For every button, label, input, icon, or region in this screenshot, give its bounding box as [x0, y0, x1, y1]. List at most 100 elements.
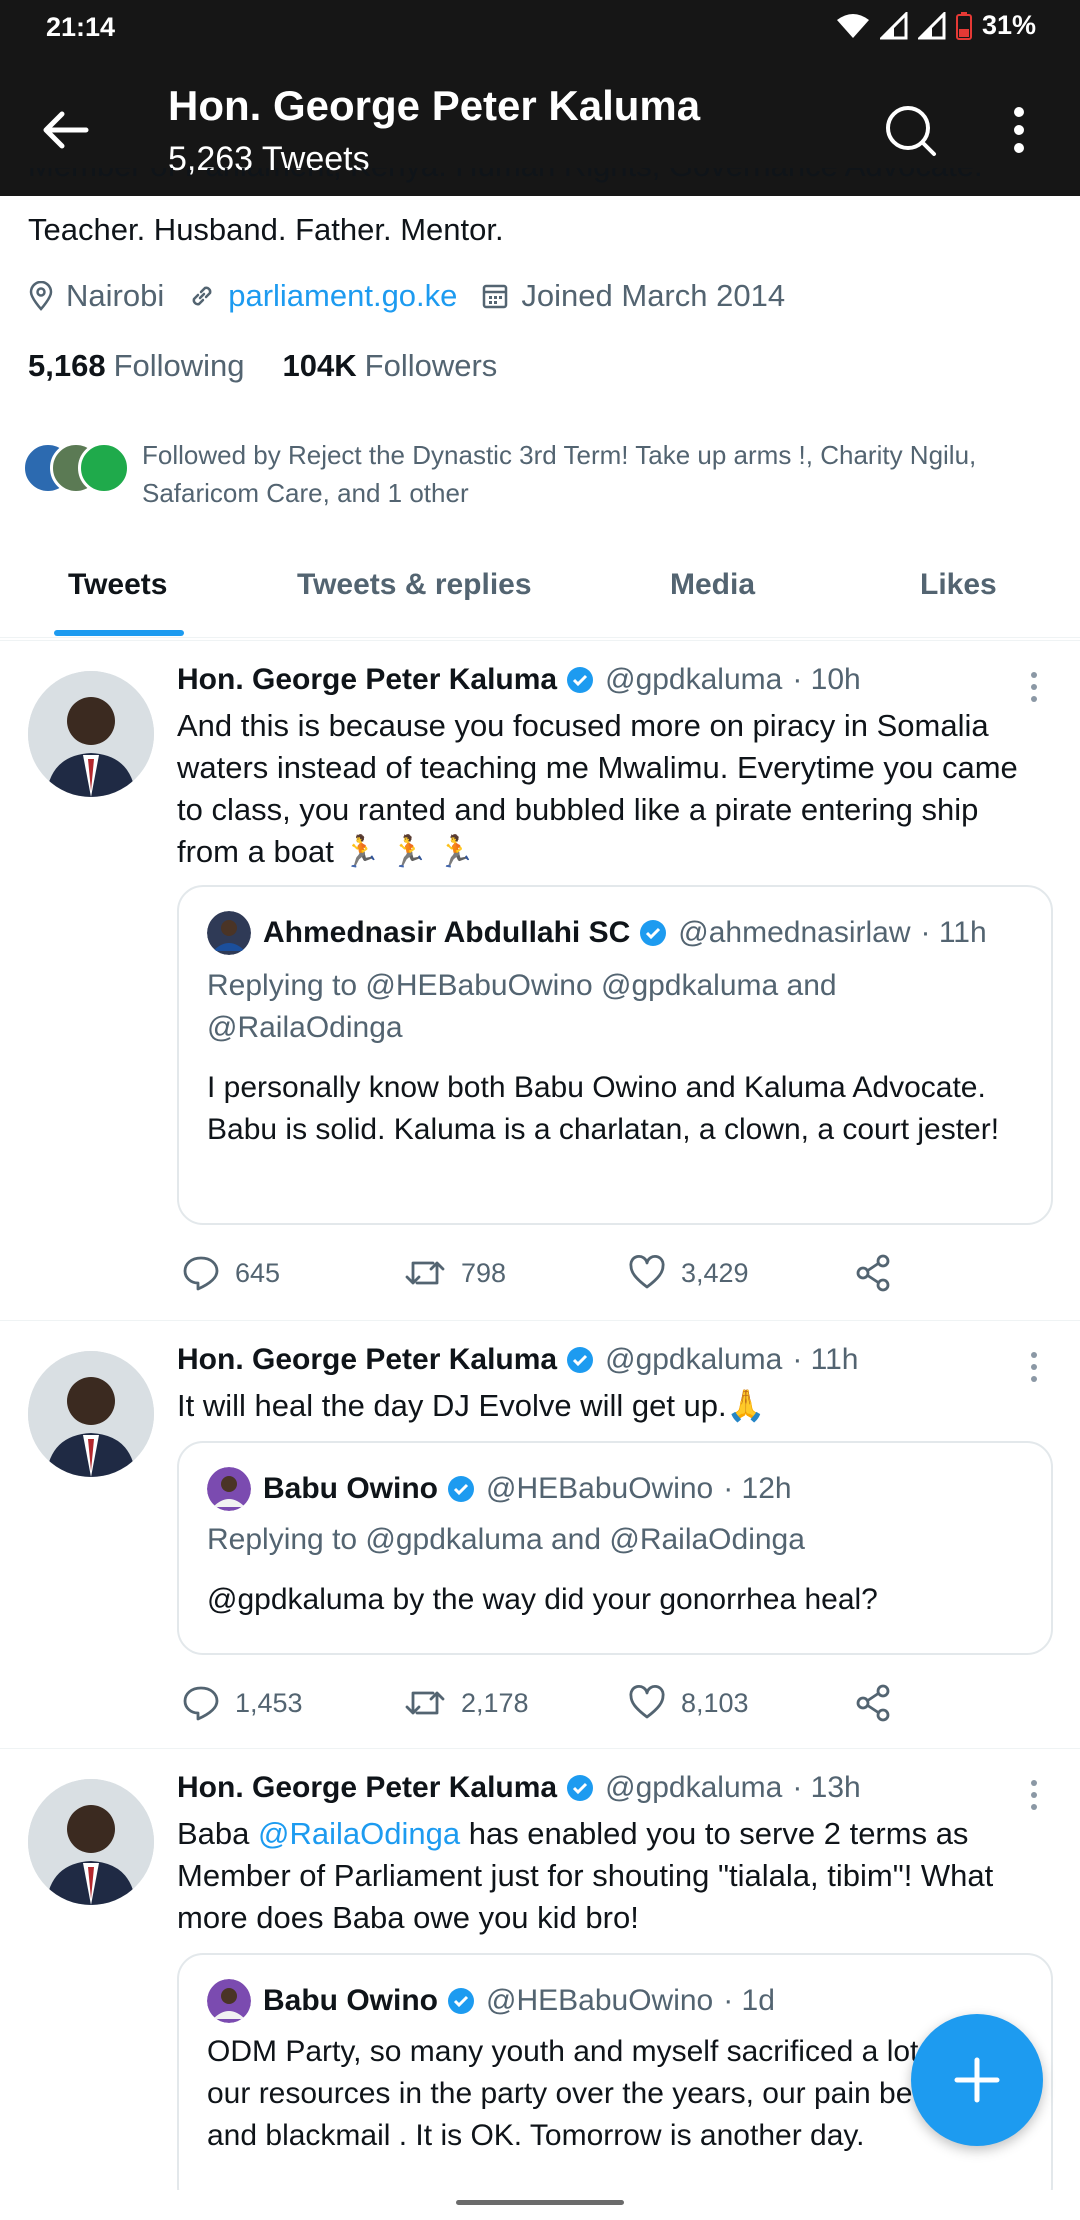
back-button[interactable] [38, 102, 94, 158]
like-count: 3,429 [681, 1257, 749, 1288]
quote-header: Babu Owino @HEBabuOwino · 1d [207, 1979, 775, 2023]
quote-avatar [207, 1467, 251, 1511]
tweet-time: · 11h [792, 1343, 859, 1376]
share-icon [856, 1254, 890, 1292]
tweet-header: Hon. George Peter Kaluma @gpdkaluma · 11… [177, 1343, 858, 1377]
share-icon [856, 1684, 890, 1722]
verified-badge-icon [567, 1347, 594, 1373]
author-name[interactable]: Hon. George Peter Kaluma [177, 663, 557, 697]
more-options-button[interactable] [1004, 102, 1034, 158]
plus-icon [954, 2057, 1000, 2103]
heart-icon [629, 1684, 665, 1719]
active-tab-indicator [54, 630, 184, 636]
quote-time: · 12h [723, 1472, 792, 1505]
tweet-card[interactable]: Hon. George Peter Kaluma @gpdkaluma · 10… [0, 640, 1080, 1320]
battery-percent: 31% [981, 10, 1036, 40]
followed-by-text: Followed by Reject the Dynastic 3rd Term… [142, 440, 977, 508]
tweet-card[interactable]: Hon. George Peter Kaluma @gpdkaluma · 11… [0, 1320, 1080, 1748]
tweet-more-icon[interactable] [1024, 1775, 1044, 1815]
compose-tweet-button[interactable] [911, 2014, 1043, 2146]
joined-text: Joined March 2014 [521, 278, 786, 313]
tweet-header: Hon. George Peter Kaluma @gpdkaluma · 10… [177, 663, 861, 697]
heart-icon [629, 1254, 665, 1289]
tab-tweets-replies[interactable]: Tweets & replies [297, 568, 532, 602]
tweet-text: Baba @RailaOdinga has enabled you to ser… [177, 1816, 994, 1935]
profile-photo-icon [28, 671, 154, 797]
signal-icon [879, 11, 908, 40]
share-button[interactable] [853, 1683, 907, 1723]
quote-author-name: Babu Owino [263, 1984, 438, 2017]
quote-author-handle: @ahmednasirlaw [678, 916, 911, 949]
followers-link[interactable]: 104K Followers [283, 348, 498, 384]
wifi-icon [836, 12, 870, 40]
location-text: Nairobi [66, 278, 165, 313]
retweet-button[interactable]: 798 [403, 1253, 506, 1293]
tweet-card[interactable]: Hon. George Peter Kaluma @gpdkaluma · 13… [0, 1748, 1080, 2190]
quote-header: Ahmednasir Abdullahi SC @ahmednasirlaw ·… [207, 911, 987, 955]
home-indicator[interactable] [456, 2200, 624, 2205]
avatar[interactable] [28, 671, 154, 797]
website-link[interactable]: parliament.go.ke [228, 278, 457, 314]
bio-partial-line: Member of Parliament, Kenya. Human Right… [28, 168, 1058, 198]
tweet-more-icon[interactable] [1024, 667, 1044, 707]
tweet-actions: 645 798 3,429 [177, 1253, 1037, 1299]
tweet-more-icon[interactable] [1024, 1347, 1044, 1387]
verified-badge-icon [448, 1988, 474, 2014]
reply-button[interactable]: 645 [181, 1253, 280, 1293]
author-handle: @gpdkaluma [605, 1343, 783, 1376]
avatar[interactable] [28, 1779, 154, 1905]
location-pin-icon [29, 281, 53, 311]
quote-author-handle: @HEBabuOwino [486, 1984, 714, 2017]
avatar[interactable] [28, 1351, 154, 1477]
profile-photo-icon [28, 1779, 154, 1905]
quoted-tweet[interactable]: Babu Owino @HEBabuOwino · 12h Replying t… [177, 1441, 1053, 1655]
search-button[interactable] [882, 102, 938, 158]
following-link[interactable]: 5,168 Following [28, 348, 245, 384]
quote-replying-to: Replying to @HEBabuOwino @gpdkaluma and … [207, 969, 837, 1044]
calendar-icon [483, 284, 508, 309]
reply-button[interactable]: 1,453 [181, 1683, 303, 1723]
quote-author-name: Ahmednasir Abdullahi SC [263, 916, 631, 949]
like-count: 8,103 [681, 1687, 749, 1718]
verified-badge-icon [567, 667, 594, 693]
joined-date: Joined March 2014 [481, 278, 785, 314]
quote-avatar [207, 1979, 251, 2023]
website[interactable]: parliament.go.ke [188, 278, 457, 314]
author-handle: @gpdkaluma [605, 1771, 783, 1804]
quote-header: Babu Owino @HEBabuOwino · 12h [207, 1467, 792, 1511]
followed-by[interactable]: Followed by Reject the Dynastic 3rd Term… [22, 436, 1062, 516]
share-button[interactable] [853, 1253, 907, 1293]
quote-author-name: Babu Owino [263, 1472, 438, 1505]
quote-time: · 1d [723, 1984, 775, 2017]
profile-meta: Nairobi parliament.go.ke Joined March 20… [28, 278, 809, 314]
verified-badge-icon [640, 920, 667, 946]
status-bar: 21:14 31% [0, 0, 1080, 56]
header-title: Hon. George Peter Kaluma [168, 82, 701, 129]
tweet-time: · 13h [792, 1771, 861, 1804]
quote-author-handle: @HEBabuOwino [486, 1472, 714, 1505]
signal-icon-2 [917, 11, 946, 40]
tweet-header: Hon. George Peter Kaluma @gpdkaluma · 13… [177, 1771, 861, 1805]
quoted-tweet[interactable]: Ahmednasir Abdullahi SC @ahmednasirlaw ·… [177, 885, 1053, 1225]
quote-time: · 11h [920, 916, 987, 949]
location: Nairobi [28, 278, 164, 314]
like-button[interactable]: 3,429 [627, 1253, 749, 1293]
author-handle: @gpdkaluma [605, 663, 783, 696]
retweet-button[interactable]: 2,178 [403, 1683, 529, 1723]
quote-text: @gpdkaluma by the way did your gonorrhea… [207, 1583, 878, 1616]
verified-badge-icon [448, 1476, 474, 1502]
reply-icon [183, 1256, 219, 1291]
tab-media[interactable]: Media [670, 568, 755, 602]
tab-likes[interactable]: Likes [920, 568, 997, 602]
tab-tweets[interactable]: Tweets [68, 568, 167, 602]
author-name[interactable]: Hon. George Peter Kaluma [177, 1771, 557, 1805]
like-button[interactable]: 8,103 [627, 1683, 749, 1723]
quote-replying-to: Replying to @gpdkaluma and @RailaOdinga [207, 1523, 805, 1556]
reply-count: 645 [235, 1257, 281, 1288]
author-name[interactable]: Hon. George Peter Kaluma [177, 1343, 557, 1377]
follow-counts: 5,168 Following 104K Followers [28, 348, 497, 384]
reply-icon [183, 1686, 219, 1721]
quote-avatar [207, 911, 251, 955]
search-icon [886, 106, 936, 156]
mention-link[interactable]: @RailaOdinga [258, 1816, 460, 1851]
